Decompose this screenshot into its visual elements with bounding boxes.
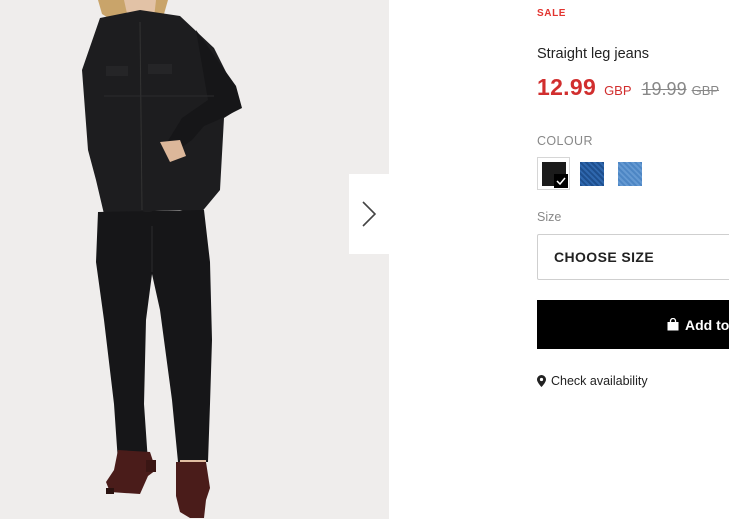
swatch-chip — [617, 161, 642, 186]
product-details: SALE Straight leg jeans 12.99 GBP 19.99 … — [537, 0, 729, 519]
swatch-chip — [579, 161, 604, 186]
model-jeans — [96, 210, 212, 462]
add-to-cart-button[interactable]: Add to — [537, 300, 729, 349]
original-price: 19.99 — [641, 79, 687, 99]
swatch-black[interactable] — [537, 157, 570, 190]
check-availability-label: Check availability — [551, 374, 648, 388]
original-price-currency: GBP — [691, 83, 720, 98]
check-icon — [554, 174, 568, 188]
current-price-currency: GBP — [604, 83, 632, 98]
size-label: Size — [537, 210, 562, 224]
current-price: 12.99 — [537, 74, 597, 100]
product-image-gallery — [0, 0, 389, 519]
colour-swatches — [537, 157, 651, 190]
add-to-cart-label: Add to — [685, 316, 729, 333]
product-photo — [82, 0, 242, 518]
sale-badge: SALE — [537, 8, 567, 19]
chevron-right-icon — [362, 201, 376, 227]
price-row: 12.99 GBP 19.99 GBP — [537, 74, 719, 101]
map-pin-icon — [537, 375, 546, 387]
model-boot-right — [176, 462, 210, 518]
swatch-dark-denim[interactable] — [575, 157, 608, 190]
size-select-placeholder: CHOOSE SIZE — [554, 249, 655, 265]
product-title: Straight leg jeans — [537, 46, 650, 62]
shopping-bag-icon — [667, 318, 679, 331]
size-select[interactable]: CHOOSE SIZE — [537, 234, 729, 280]
check-availability-link[interactable]: Check availability — [537, 374, 648, 388]
next-image-button[interactable] — [349, 174, 389, 254]
colour-label: COLOUR — [537, 134, 593, 148]
swatch-light-denim[interactable] — [613, 157, 646, 190]
